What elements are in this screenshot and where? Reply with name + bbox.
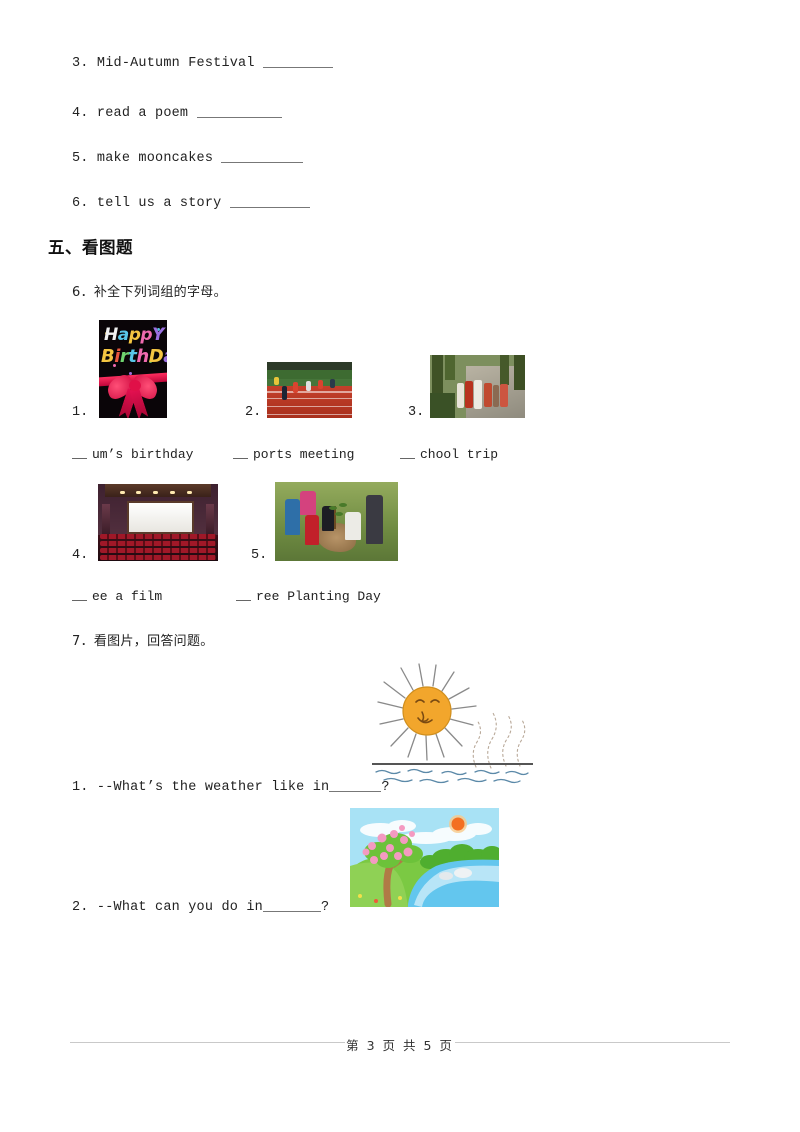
- question-number: 1.: [72, 780, 89, 795]
- birthday-line1: HappY: [104, 325, 164, 345]
- image-spring-scene-blossom-river: [350, 808, 499, 907]
- item-number-3: 3.: [408, 405, 425, 420]
- caption-item-1: um’s birthday: [72, 447, 193, 462]
- caption-text: um’s birthday: [92, 447, 194, 462]
- caption-text: chool trip: [420, 447, 499, 462]
- image-school-trip-children: [430, 355, 525, 418]
- question-number: 3.: [72, 56, 89, 71]
- question-number: 5.: [72, 151, 89, 166]
- item-number-2: 2.: [245, 405, 262, 420]
- letter-blank[interactable]: [236, 589, 251, 601]
- question7-item-1: 1. --What’s the weather like in?: [72, 778, 390, 795]
- question-text: read a poem: [96, 106, 189, 121]
- question-text: --What’s the weather like in: [96, 780, 330, 795]
- answer-blank[interactable]: [221, 149, 304, 163]
- rock-icon: [439, 872, 453, 880]
- answer-blank[interactable]: [262, 898, 321, 912]
- water-waves-icon: [375, 768, 529, 784]
- question-text: Mid-Autumn Festival: [96, 56, 255, 71]
- question6-prompt: 6．补全下列词组的字母。: [72, 285, 227, 300]
- question-suffix: ?: [381, 780, 390, 795]
- letter-blank[interactable]: [400, 447, 415, 459]
- answer-blank[interactable]: [329, 778, 382, 792]
- question7-item-2: 2. --What can you do in?: [72, 898, 329, 915]
- question-suffix: ?: [320, 900, 330, 915]
- question-text: make mooncakes: [96, 151, 214, 166]
- letter-blank[interactable]: [72, 589, 87, 601]
- image-hot-sun-over-water: [370, 662, 535, 787]
- question-item-6: 6. tell us a story: [72, 194, 310, 211]
- image-cinema-hall: [98, 484, 218, 561]
- sun-over-water-svg: [372, 663, 533, 784]
- item-number-1: 1.: [72, 405, 89, 420]
- caption-item-2: ports meeting: [233, 447, 354, 462]
- rock-icon: [454, 868, 472, 878]
- answer-blank[interactable]: [262, 54, 333, 68]
- sun-disc-icon: [402, 686, 452, 736]
- question7-prompt: 7．看图片，回答问题。: [72, 634, 214, 649]
- caption-item-4: ee a film: [72, 589, 162, 604]
- heat-steam-icon: [472, 712, 526, 769]
- item-number-4: 4.: [72, 548, 89, 563]
- bow-knot-icon: [128, 379, 141, 391]
- letter-blank[interactable]: [72, 447, 87, 459]
- birthday-line2: BirthDay!: [101, 346, 167, 367]
- caption-text: ports meeting: [253, 447, 355, 462]
- question-number: 6.: [72, 196, 89, 211]
- question-number: 2.: [72, 900, 89, 915]
- spring-scene-svg: [350, 808, 499, 907]
- exam-page: 3. Mid-Autumn Festival 4. read a poem 5.…: [0, 0, 800, 1132]
- image-happy-birthday-card: HappY BirthDay!: [99, 320, 167, 418]
- question-text: --What can you do in: [96, 900, 263, 915]
- item-number-5: 5.: [251, 548, 268, 563]
- image-sports-meeting-track: [267, 362, 352, 418]
- image-tree-planting: [275, 482, 398, 561]
- answer-blank[interactable]: [196, 104, 282, 118]
- caption-text: ee a film: [92, 589, 163, 604]
- page-footer: 第 3 页 共 5 页: [346, 1038, 454, 1053]
- question-item-5: 5. make mooncakes: [72, 149, 304, 166]
- question-item-3: 3. Mid-Autumn Festival: [72, 54, 333, 71]
- letter-blank[interactable]: [233, 447, 248, 459]
- answer-blank[interactable]: [229, 194, 310, 208]
- caption-item-5: ree Planting Day: [236, 589, 381, 604]
- section-heading: 五、看图题: [48, 238, 133, 257]
- question-text: tell us a story: [96, 196, 222, 211]
- caption-item-3: chool trip: [400, 447, 498, 462]
- question-item-4: 4. read a poem: [72, 104, 282, 121]
- sun-disc-icon: [451, 817, 465, 831]
- question-number: 4.: [72, 106, 89, 121]
- caption-text: ree Planting Day: [256, 589, 381, 604]
